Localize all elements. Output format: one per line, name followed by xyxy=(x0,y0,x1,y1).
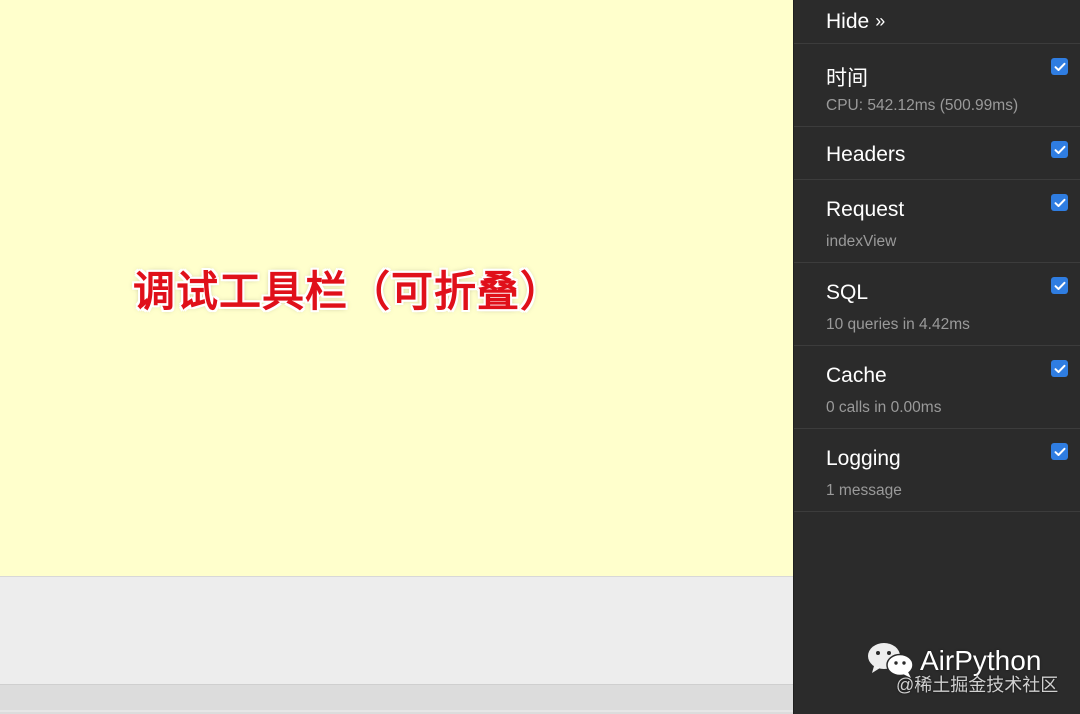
scrollbar-thumb[interactable] xyxy=(0,710,793,712)
hide-label: Hide xyxy=(826,9,870,33)
panel-title: Logging xyxy=(826,447,901,470)
checkmark-icon xyxy=(1054,145,1065,154)
panel-subtitle: CPU: 542.12ms (500.99ms) xyxy=(826,97,1019,114)
checkmark-icon xyxy=(1054,281,1065,290)
panel-subtitle: 0 calls in 0.00ms xyxy=(826,399,942,416)
panel-title: Request xyxy=(826,198,905,221)
panel-title: Headers xyxy=(826,143,906,166)
panel-time[interactable]: 时间 CPU: 542.12ms (500.99ms) xyxy=(794,44,1080,127)
annotation-label: 调试工具栏（可折叠） xyxy=(133,267,564,316)
panel-toggle-checkbox[interactable] xyxy=(1051,360,1068,377)
panel-subtitle: 1 message xyxy=(826,482,902,499)
panel-title: SQL xyxy=(826,281,869,304)
double-chevron-right-icon: » xyxy=(875,11,886,31)
panel-toggle-checkbox[interactable] xyxy=(1051,194,1068,211)
checkmark-icon xyxy=(1054,62,1065,71)
panel-toggle-checkbox[interactable] xyxy=(1051,58,1068,75)
main-content-area: 调试工具栏（可折叠） xyxy=(0,0,793,577)
panel-toggle-checkbox[interactable] xyxy=(1051,277,1068,294)
checkmark-icon xyxy=(1054,447,1065,456)
panel-title: 时间 xyxy=(826,67,868,90)
panel-subtitle: 10 queries in 4.42ms xyxy=(826,316,970,333)
panel-subtitle: indexView xyxy=(826,233,897,250)
panel-toggle-checkbox[interactable] xyxy=(1051,141,1068,158)
horizontal-scrollbar[interactable] xyxy=(0,684,793,714)
panel-logging[interactable]: Logging 1 message xyxy=(794,429,1080,512)
panel-sql[interactable]: SQL 10 queries in 4.42ms xyxy=(794,263,1080,346)
debug-toolbar: Hide » 时间 CPU: 542.12ms (500.99ms) Heade… xyxy=(793,0,1080,714)
footer-area xyxy=(0,577,793,684)
checkmark-icon xyxy=(1054,198,1065,207)
panel-toggle-checkbox[interactable] xyxy=(1051,443,1068,460)
panel-request[interactable]: Request indexView xyxy=(794,180,1080,263)
checkmark-icon xyxy=(1054,364,1065,373)
watermark-sub: @稀土掘金技术社区 xyxy=(896,675,1059,695)
panel-title: Cache xyxy=(826,364,887,387)
page: 调试工具栏（可折叠） Hide » 时间 CPU: 542.12ms (500.… xyxy=(0,0,1080,714)
watermark: AirPython @稀土掘金技术社区 xyxy=(866,640,1080,714)
panel-cache[interactable]: Cache 0 calls in 0.00ms xyxy=(794,346,1080,429)
panel-headers[interactable]: Headers xyxy=(794,127,1080,180)
hide-toolbar-button[interactable]: Hide » xyxy=(794,0,1080,44)
